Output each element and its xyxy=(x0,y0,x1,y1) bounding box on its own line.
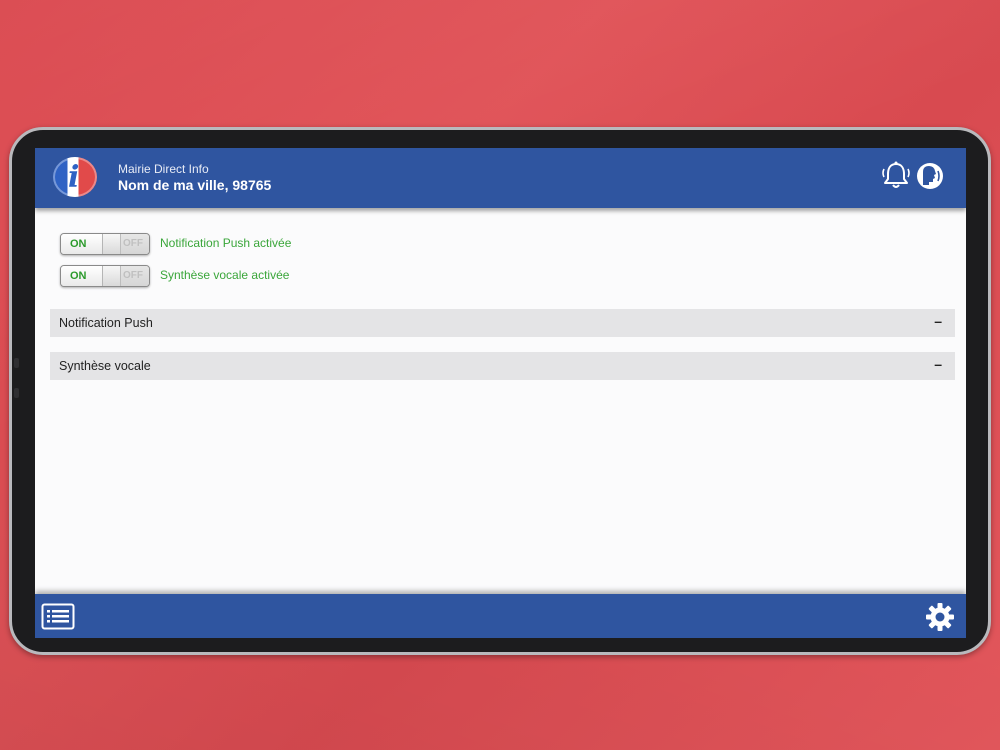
voice-icon[interactable] xyxy=(914,161,946,191)
section-title: Notification Push xyxy=(59,316,153,330)
toggle-row-voice: ON OFF Synthèse vocale activée xyxy=(60,265,460,287)
toggle-row-push: ON OFF Notification Push activée xyxy=(60,233,460,255)
tablet-camera-dot xyxy=(14,358,19,368)
toggle-on-label: ON xyxy=(61,234,103,254)
app-screen: i Mairie Direct Info Nom de ma ville, 98… xyxy=(35,148,966,638)
section-synthese-vocale[interactable]: Synthèse vocale – xyxy=(50,352,955,380)
city-name: Nom de ma ville, 98765 xyxy=(118,177,272,193)
toggle-on-label: ON xyxy=(61,266,103,286)
list-icon[interactable] xyxy=(41,603,75,630)
collapse-icon[interactable]: – xyxy=(934,356,942,372)
section-notification-push[interactable]: Notification Push – xyxy=(50,309,955,337)
push-toggle-label: Notification Push activée xyxy=(160,236,292,250)
voice-toggle[interactable]: ON OFF xyxy=(60,265,150,287)
footer-bar xyxy=(35,594,966,638)
collapse-icon[interactable]: – xyxy=(934,313,942,329)
toggle-knob xyxy=(103,266,121,286)
tablet-sensor-dot xyxy=(14,388,19,398)
app-name: Mairie Direct Info xyxy=(118,162,209,176)
toggle-knob xyxy=(103,234,121,254)
voice-toggle-label: Synthèse vocale activée xyxy=(160,268,290,282)
push-toggle[interactable]: ON OFF xyxy=(60,233,150,255)
section-title: Synthèse vocale xyxy=(59,359,151,373)
bell-icon[interactable] xyxy=(880,160,912,190)
app-logo-icon: i xyxy=(53,157,97,197)
gear-icon[interactable] xyxy=(924,602,956,632)
header-bar: i Mairie Direct Info Nom de ma ville, 98… xyxy=(35,148,966,208)
